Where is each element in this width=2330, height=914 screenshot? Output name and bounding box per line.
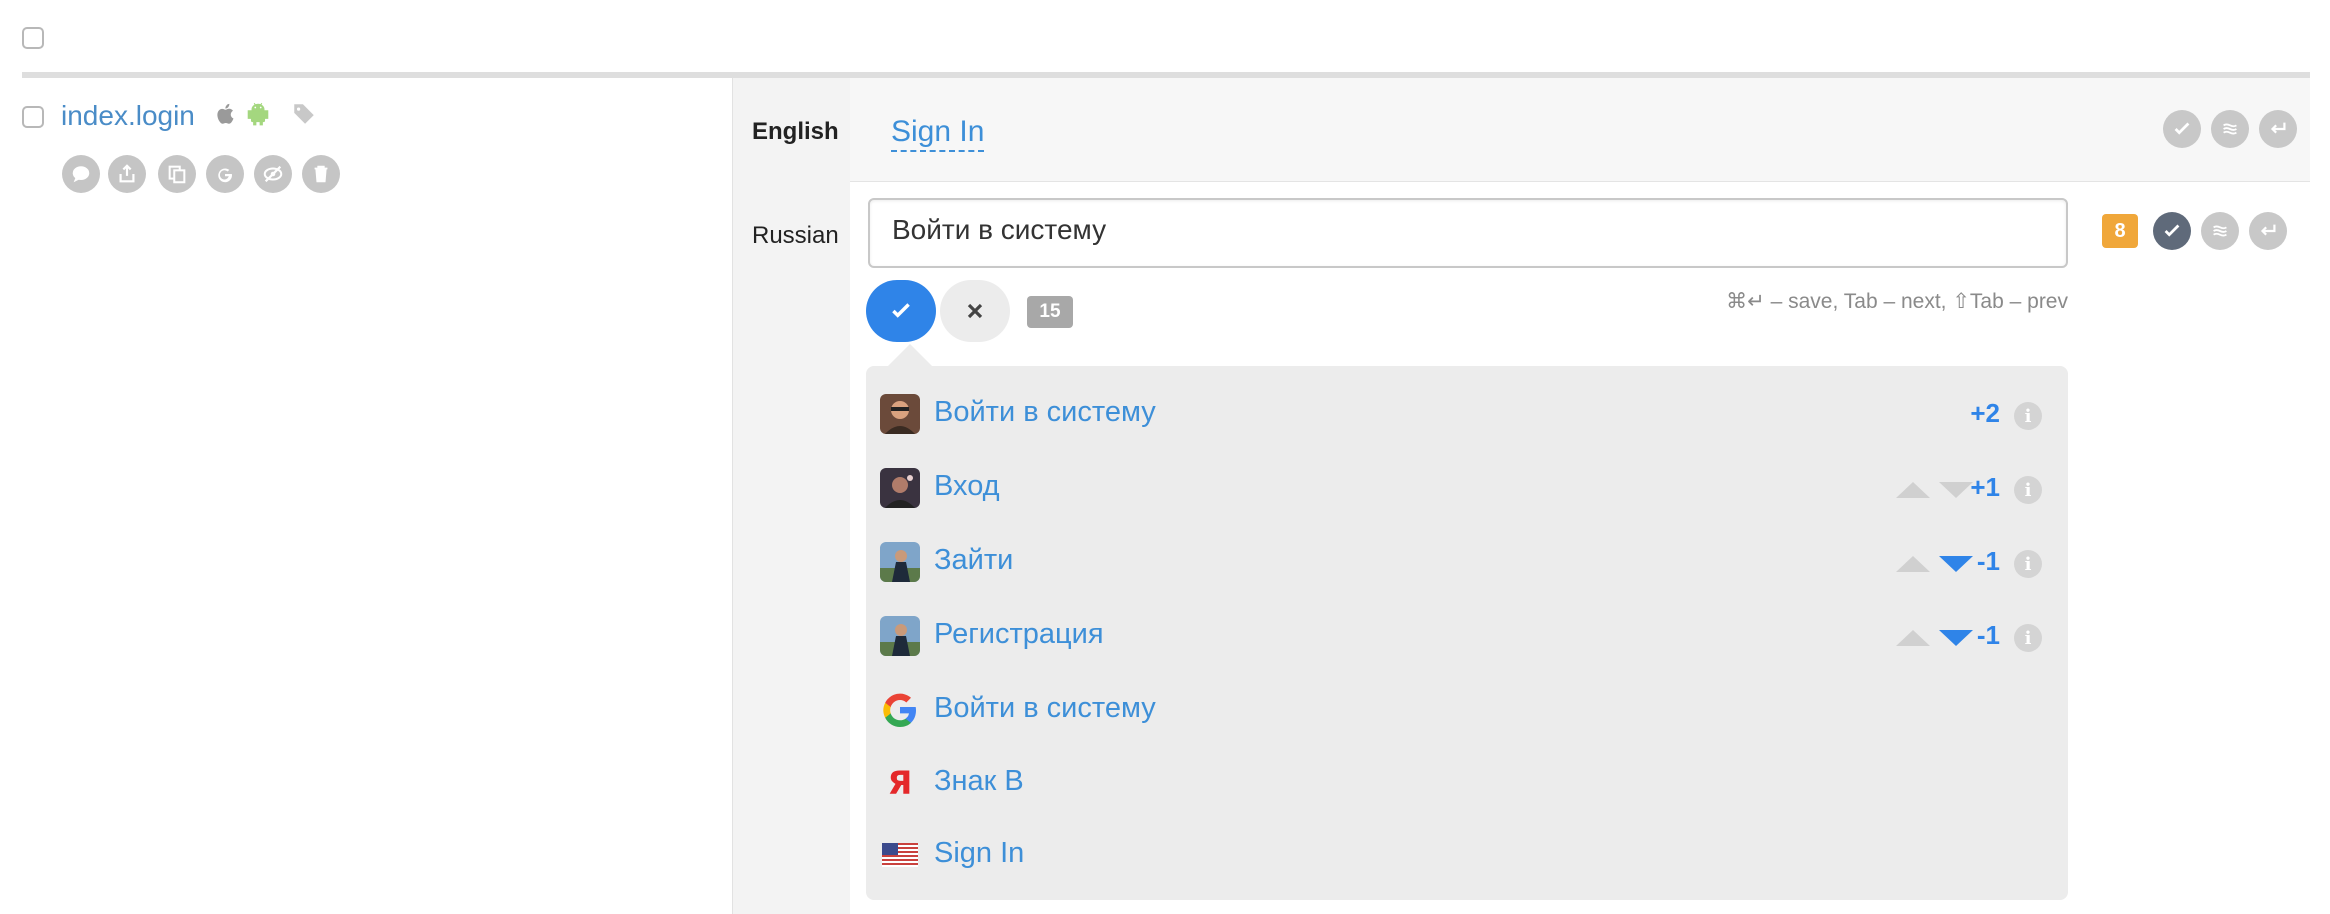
language-column <box>732 78 850 914</box>
comment-icon[interactable] <box>62 155 100 193</box>
downvote-button[interactable] <box>1939 630 1973 646</box>
fuzzy-button[interactable] <box>2211 110 2249 148</box>
suggestions-pointer <box>888 344 932 366</box>
suggestion-score: +1 <box>1970 472 2000 502</box>
source-row <box>850 78 2310 182</box>
trash-icon[interactable] <box>302 155 340 193</box>
suggestion-score: -1 <box>1976 620 2000 650</box>
info-icon[interactable]: i <box>2014 476 2042 504</box>
user-avatar-icon <box>880 616 920 656</box>
approve-button[interactable] <box>2163 110 2201 148</box>
translation-input[interactable]: Войти в систему <box>868 198 2068 268</box>
suggestion-row[interactable]: Зайти -1 i <box>880 532 2060 592</box>
suggestion-row[interactable]: Я Знак В <box>880 753 2060 813</box>
return-icon[interactable] <box>2249 212 2287 250</box>
char-count-badge: 15 <box>1027 296 1073 328</box>
suggestion-score: +2 <box>1970 398 2000 428</box>
yandex-icon: Я <box>887 764 913 802</box>
upvote-button[interactable] <box>1896 630 1930 646</box>
upvote-button[interactable] <box>1896 556 1930 572</box>
google-icon[interactable] <box>206 155 244 193</box>
android-icon <box>245 101 271 127</box>
suggestion-row[interactable]: Вход +1 i <box>880 458 2060 518</box>
pending-count-badge: 8 <box>2102 214 2138 248</box>
suggestion-row[interactable]: Регистрация -1 i <box>880 606 2060 666</box>
downvote-button[interactable] <box>1939 556 1973 572</box>
source-text[interactable]: Sign In <box>891 114 985 152</box>
user-avatar-icon <box>880 394 920 434</box>
source-language-label: English <box>752 118 839 145</box>
upload-icon[interactable] <box>108 155 146 193</box>
google-icon <box>880 690 920 730</box>
suggestion-row[interactable]: Войти в систему <box>880 680 2060 740</box>
suggestion-row[interactable]: Войти в систему +2 i <box>880 384 2060 444</box>
suggestion-text[interactable]: Регистрация <box>934 618 1104 651</box>
user-avatar-icon <box>880 542 920 582</box>
suggestion-text[interactable]: Войти в систему <box>934 396 1156 429</box>
cancel-button[interactable] <box>940 280 1010 342</box>
fuzzy-button[interactable] <box>2201 212 2239 250</box>
copy-icon[interactable] <box>158 155 196 193</box>
info-icon[interactable]: i <box>2014 402 2042 430</box>
suggestion-text[interactable]: Войти в систему <box>934 692 1156 725</box>
tag-icon[interactable] <box>291 101 317 127</box>
info-icon[interactable]: i <box>2014 624 2042 652</box>
suggestion-text[interactable]: Вход <box>934 470 1000 503</box>
return-icon[interactable] <box>2259 110 2297 148</box>
suggestion-score: -1 <box>1976 546 2000 576</box>
keyboard-hint: ⌘↵ – save, Tab – next, ⇧Tab – prev <box>1726 290 2068 313</box>
top-bar <box>0 0 2330 74</box>
hide-icon[interactable] <box>254 155 292 193</box>
key-checkbox[interactable] <box>22 106 44 128</box>
info-icon[interactable]: i <box>2014 550 2042 578</box>
suggestion-text[interactable]: Sign In <box>934 837 1024 870</box>
downvote-button[interactable] <box>1939 482 1973 498</box>
us-flag-icon <box>880 835 920 875</box>
select-all-checkbox[interactable] <box>22 27 44 49</box>
user-avatar-icon <box>880 468 920 508</box>
upvote-button[interactable] <box>1896 482 1930 498</box>
suggestion-text[interactable]: Знак В <box>934 765 1024 798</box>
apple-icon <box>213 101 239 127</box>
save-button[interactable] <box>866 280 936 342</box>
approve-button[interactable] <box>2153 212 2191 250</box>
key-name[interactable]: index.login <box>61 100 195 132</box>
suggestion-text[interactable]: Зайти <box>934 544 1013 577</box>
suggestion-row[interactable]: Sign In <box>880 825 2060 885</box>
target-language-label: Russian <box>752 222 839 249</box>
